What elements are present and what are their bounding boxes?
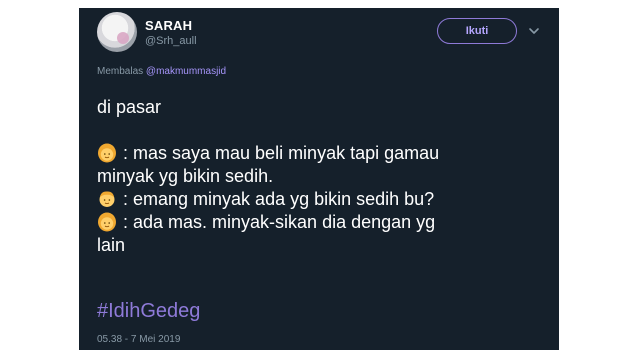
- tweet-line-text: minyak yg bikin sedih.: [97, 166, 274, 186]
- reply-context: Membalas @makmummasjid: [97, 66, 226, 77]
- tweet-text: di pasar : mas saya mau beli minyak tapi…: [97, 96, 547, 257]
- chevron-down-icon[interactable]: [527, 24, 541, 38]
- hashtag-link[interactable]: #IdihGedeg: [97, 300, 200, 323]
- tweet-line: lain: [97, 234, 547, 257]
- avatar[interactable]: [97, 12, 137, 52]
- tweet-line-text: : emang minyak ada yg bikin sedih bu?: [123, 189, 435, 209]
- author-block[interactable]: SARAH @Srh_aull: [145, 18, 197, 48]
- tweet-line: minyak yg bikin sedih.: [97, 165, 547, 188]
- woman-emoji-icon: [98, 143, 116, 163]
- tweet-card: SARAH @Srh_aull Ikuti Membalas @makmumma…: [79, 8, 559, 350]
- tweet-line: di pasar: [97, 96, 547, 119]
- tweet-line: : ada mas. minyak-sikan dia dengan yg: [97, 211, 547, 234]
- user-handle[interactable]: @Srh_aull: [145, 34, 197, 48]
- display-name[interactable]: SARAH: [145, 18, 197, 34]
- follow-button[interactable]: Ikuti: [437, 18, 517, 44]
- woman-emoji-icon: [98, 212, 116, 232]
- tweet-line-text: : mas saya mau beli minyak tapi gamau: [123, 143, 440, 163]
- tweet-line-text: lain: [97, 235, 126, 255]
- tweet-header: SARAH @Srh_aull Ikuti: [97, 12, 547, 58]
- tweet-line: : emang minyak ada yg bikin sedih bu?: [97, 188, 547, 211]
- tweet-line-text: di pasar: [97, 97, 162, 117]
- reply-prefix: Membalas: [97, 66, 144, 77]
- tweet-line: : mas saya mau beli minyak tapi gamau: [97, 142, 547, 165]
- man-emoji-icon: [99, 191, 115, 207]
- reply-mention-link[interactable]: @makmummasjid: [146, 66, 226, 77]
- tweet-line-text: : ada mas. minyak-sikan dia dengan yg: [123, 212, 436, 232]
- tweet-timestamp[interactable]: 05.38 - 7 Mei 2019: [97, 334, 180, 345]
